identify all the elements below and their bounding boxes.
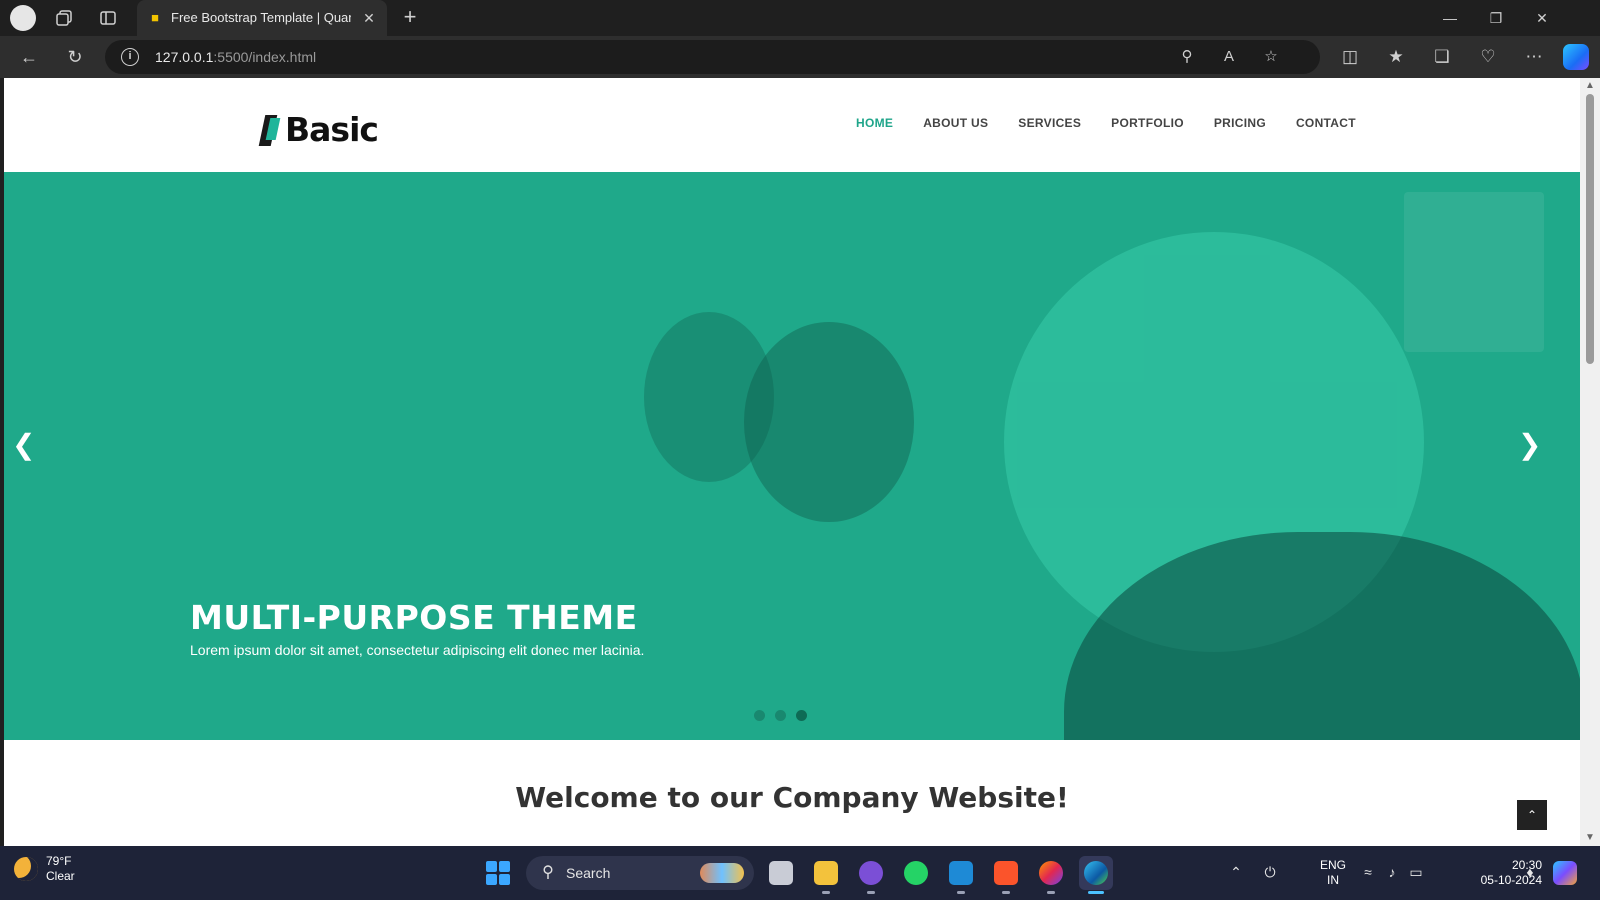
volume-icon[interactable]: ♪ [1382,862,1402,882]
page-viewport: Basic HOME ABOUT US SERVICES PORTFOLIO P… [4,78,1580,846]
more-icon[interactable]: ⋯ [1522,45,1546,69]
star-icon[interactable]: ☆ [1261,47,1281,67]
browser-toolbar: ← ↻ i 127.0.0.1:5500/index.html ⚲ A ☆ ◫ … [0,36,1600,78]
tab-close-icon[interactable]: ✕ [359,8,379,28]
search-label: Search [566,865,611,881]
nav-pricing[interactable]: PRICING [1214,116,1266,130]
window-close-icon[interactable]: ✕ [1522,4,1562,32]
page-scrollbar[interactable]: ▲ ▼ [1580,78,1600,846]
vscode-icon[interactable] [944,856,978,894]
battery-icon[interactable]: ▭ [1406,862,1426,882]
vertical-tabs-icon[interactable] [96,6,120,30]
notification-bell-icon[interactable]: ♦ [1520,862,1540,882]
wifi-icon[interactable]: ≈ [1358,862,1378,882]
logo-text: Basic [285,109,379,149]
language-indicator[interactable]: ENG IN [1318,858,1348,888]
restore-icon[interactable]: ❐ [1476,4,1516,32]
split-screen-icon[interactable]: ◫ [1338,45,1362,69]
task-view-icon[interactable] [764,856,798,890]
chevron-up-icon[interactable]: ⌃ [1226,862,1246,882]
scroll-up-icon[interactable]: ▲ [1584,80,1596,92]
whatsapp-icon[interactable] [899,856,933,890]
profile-icon[interactable] [10,5,36,31]
scrollbar-thumb[interactable] [1586,94,1594,364]
info-icon[interactable]: i [121,48,139,66]
taskbar-search[interactable]: ⚲ Search [526,856,754,890]
welcome-heading: Welcome to our Company Website! [515,781,1069,814]
browser-tab-strip: ■ Free Bootstrap Template | Quantum ✕ + … [0,0,1600,36]
carousel-prev-icon[interactable]: ❮ [12,430,35,460]
github-desktop-icon[interactable] [854,856,888,894]
carousel-next-icon[interactable]: ❯ [1518,430,1541,460]
lang-code: ENG [1319,858,1346,872]
nav-contact[interactable]: CONTACT [1296,116,1356,130]
zoom-out-icon[interactable]: ⚲ [1177,47,1197,67]
url-text[interactable]: 127.0.0.1:5500/index.html [155,49,316,65]
read-aloud-icon[interactable]: A [1219,47,1239,67]
browser-tab-active[interactable]: ■ Free Bootstrap Template | Quantum ✕ [137,0,387,36]
carousel-dot[interactable] [775,710,786,721]
hero-subtext: Lorem ipsum dolor sit amet, consectetur … [190,642,645,658]
nav-about-us[interactable]: ABOUT US [923,116,988,130]
nav-home[interactable]: HOME [856,116,893,130]
main-navigation: HOME ABOUT US SERVICES PORTFOLIO PRICING… [856,116,1356,130]
tab-title: Free Bootstrap Template | Quantum [171,10,351,25]
back-to-top-button[interactable]: ⌃ [1517,800,1547,830]
firefox-icon[interactable] [1034,856,1068,894]
copilot-taskbar-icon[interactable] [1553,861,1577,885]
weather-temp: 79°F [46,854,72,868]
taskbar: 79°F Clear ⚲ Search ⌃ ⏻ ENG IN ≈ ♪ ▭ 20:… [0,846,1600,900]
favorites-icon[interactable]: ★ [1384,45,1408,69]
microphone-icon[interactable]: ⏻ [1260,862,1280,882]
workspaces-icon[interactable] [52,6,76,30]
address-bar[interactable]: i 127.0.0.1:5500/index.html ⚲ A ☆ [105,40,1320,74]
site-header: Basic HOME ABOUT US SERVICES PORTFOLIO P… [4,78,1580,172]
nav-portfolio[interactable]: PORTFOLIO [1111,116,1184,130]
hero-photo-wall-frame [1404,192,1544,352]
carousel-indicators [754,710,807,721]
back-arrow-icon[interactable]: ← [16,44,42,70]
moon-icon [14,857,38,881]
edge-icon[interactable] [1079,856,1113,894]
carousel-dot[interactable] [754,710,765,721]
brave-icon[interactable] [989,856,1023,894]
hero-headline: MULTI-PURPOSE THEME [190,598,638,637]
windows-start-icon[interactable] [486,861,510,885]
scroll-down-icon[interactable]: ▼ [1584,832,1596,844]
browser-essentials-icon[interactable]: ♡ [1476,45,1500,69]
minimize-icon[interactable]: — [1430,4,1470,32]
carousel-dot-active[interactable] [796,710,807,721]
hero-carousel: ❮ ❯ MULTI-PURPOSE THEME Lorem ipsum dolo… [4,172,1580,740]
search-highlight-icon [700,863,744,883]
logo-mark-icon [258,112,282,146]
collections-icon[interactable]: ❏ [1430,45,1454,69]
gamepad-favicon-icon: ■ [151,10,159,25]
search-icon: ⚲ [542,864,554,881]
weather-desc: Clear [46,869,75,883]
nav-services[interactable]: SERVICES [1018,116,1081,130]
hero-photo-background-person [644,312,774,482]
weather-widget[interactable]: 79°F Clear [14,854,75,884]
site-logo[interactable]: Basic [258,109,379,149]
new-tab-icon[interactable]: + [398,6,422,30]
copilot-icon[interactable] [1563,44,1589,70]
lang-region: IN [1327,873,1339,887]
file-explorer-icon[interactable] [809,856,843,894]
refresh-icon[interactable]: ↻ [62,44,88,70]
